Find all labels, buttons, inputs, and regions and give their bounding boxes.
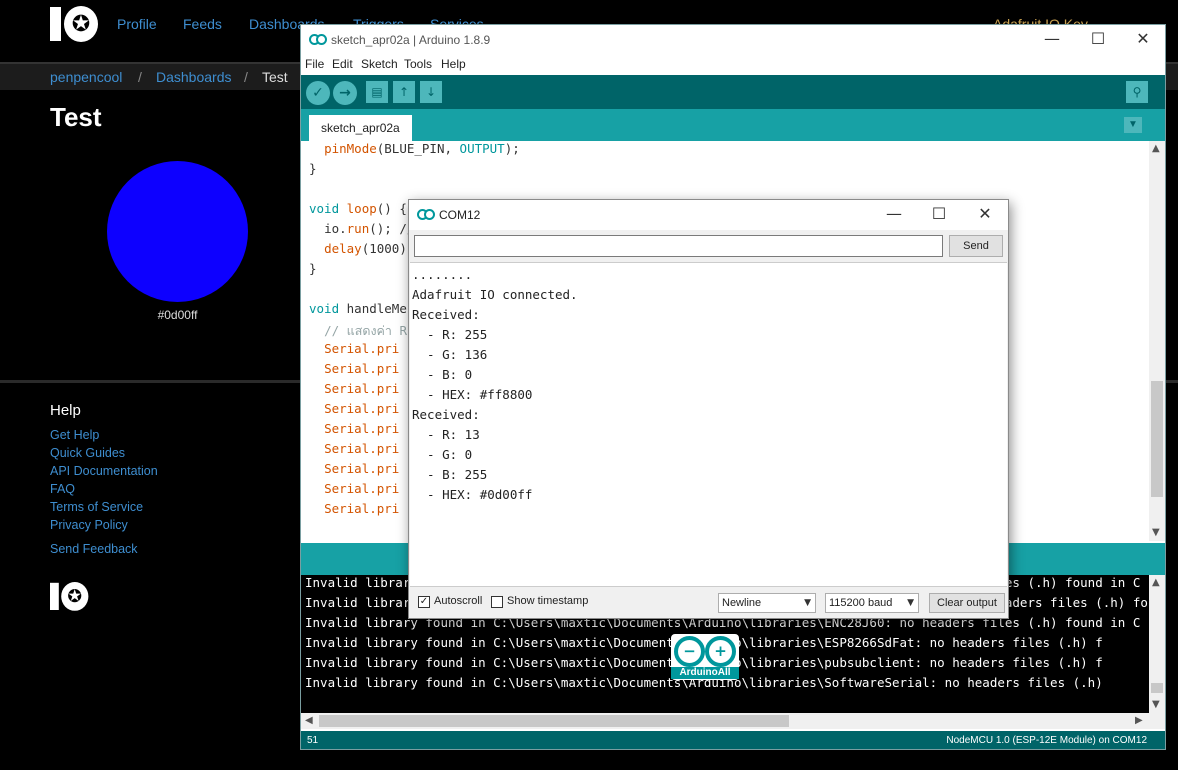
upload-icon[interactable]: → — [333, 81, 357, 105]
serial-line: Received: — [412, 307, 480, 322]
help-link-api-docs[interactable]: API Documentation — [50, 464, 158, 478]
chevron-down-icon: ▼ — [907, 598, 914, 608]
serial-monitor-title: COM12 — [439, 208, 481, 222]
help-link-faq[interactable]: FAQ — [50, 482, 75, 496]
adafruit-io-footer-logo: ✪ — [50, 582, 89, 611]
breadcrumb-separator: / — [138, 69, 142, 85]
autoscroll-checkbox[interactable]: ✓ — [418, 596, 430, 608]
help-link-privacy[interactable]: Privacy Policy — [50, 518, 128, 532]
maximize-icon[interactable]: ☐ — [926, 204, 952, 224]
nav-feeds[interactable]: Feeds — [183, 16, 222, 32]
line-number: 51 — [307, 735, 319, 746]
show-timestamp-checkbox[interactable] — [491, 596, 503, 608]
clear-output-button[interactable]: Clear output — [929, 593, 1005, 613]
breadcrumb-dashboards[interactable]: Dashboards — [156, 69, 232, 85]
color-picker-swatch[interactable] — [107, 161, 248, 302]
serial-line: - R: 255 — [412, 327, 488, 342]
menu-file[interactable]: File — [305, 57, 324, 71]
code-line: delay(1000); — [324, 241, 415, 256]
page-title: Test — [50, 102, 102, 132]
send-button[interactable]: Send — [949, 235, 1003, 257]
serial-output: ........ Adafruit IO connected. Received… — [410, 262, 1007, 587]
code-line: Serial.pri — [324, 441, 400, 456]
serial-line: - HEX: #0d00ff — [412, 487, 533, 502]
new-sketch-icon[interactable]: ▤ — [366, 81, 388, 103]
help-heading: Help — [50, 402, 81, 419]
tab-sketch[interactable]: sketch_apr02a — [309, 115, 412, 141]
serial-line: Adafruit IO connected. — [412, 287, 578, 302]
arduinoall-watermark-logo: − + ArduinoAll — [671, 634, 739, 680]
code-line: // แสดงค่า R — [324, 323, 407, 338]
serial-line: - R: 13 — [412, 427, 480, 442]
arduino-app-icon — [309, 34, 327, 46]
ide-toolbar: ✓ → ▤ ↑ ↓ ⚲ — [301, 75, 1165, 109]
breadcrumb-current: Test — [262, 69, 288, 85]
serial-line: ........ — [412, 267, 473, 282]
code-line: void loop() { — [309, 201, 407, 216]
nav-profile[interactable]: Profile — [117, 16, 157, 32]
help-link-get-help[interactable]: Get Help — [50, 428, 99, 442]
code-line: Serial.pri — [324, 461, 400, 476]
baud-rate-select[interactable]: 115200 baud ▼ — [825, 593, 919, 613]
save-sketch-icon[interactable]: ↓ — [420, 81, 442, 103]
ide-footer: 51 NodeMCU 1.0 (ESP-12E Module) on COM12 — [301, 731, 1165, 749]
serial-monitor-titlebar[interactable]: COM12 — ☐ ✕ — [409, 200, 1008, 230]
code-line: void handleMe — [309, 301, 407, 316]
board-port-label: NodeMCU 1.0 (ESP-12E Module) on COM12 — [946, 735, 1147, 746]
code-line: Serial.pri — [324, 401, 400, 416]
chevron-down-icon: ▼ — [804, 598, 811, 608]
ide-window-title: sketch_apr02a | Arduino 1.8.9 — [331, 33, 491, 47]
close-icon[interactable]: ✕ — [972, 204, 998, 224]
console-scrollbar[interactable]: ▲ ▼ — [1149, 575, 1165, 713]
minimize-icon[interactable]: — — [881, 204, 907, 224]
code-line: } — [309, 261, 317, 276]
serial-monitor-window: COM12 — ☐ ✕ Send ........ Adafruit IO co… — [408, 199, 1009, 619]
ide-titlebar[interactable]: sketch_apr02a | Arduino 1.8.9 — ☐ ✕ — [301, 25, 1165, 55]
menu-edit[interactable]: Edit — [332, 57, 353, 71]
editor-scrollbar[interactable]: ▲ ▼ — [1149, 141, 1165, 541]
adafruit-io-logo[interactable]: ✪ — [50, 6, 98, 42]
serial-line: - B: 0 — [412, 367, 473, 382]
maximize-icon[interactable]: ☐ — [1085, 29, 1111, 49]
ide-tabbar: sketch_apr02a ▼ — [301, 109, 1165, 141]
code-line: Serial.pri — [324, 481, 400, 496]
code-line: Serial.pri — [324, 341, 400, 356]
code-line: Serial.pri — [324, 501, 400, 516]
menu-tools[interactable]: Tools — [404, 57, 432, 71]
breadcrumb-user[interactable]: penpencool — [50, 69, 122, 85]
help-link-terms[interactable]: Terms of Service — [50, 500, 143, 514]
verify-icon[interactable]: ✓ — [306, 81, 330, 105]
breadcrumb-separator: / — [244, 69, 248, 85]
ide-menubar: File Edit Sketch Tools Help — [301, 55, 1165, 75]
open-sketch-icon[interactable]: ↑ — [393, 81, 415, 103]
color-value-label: #0d00ff — [157, 308, 198, 322]
serial-monitor-icon[interactable]: ⚲ — [1126, 81, 1148, 103]
serial-line: - G: 0 — [412, 447, 473, 462]
serial-send-input[interactable] — [414, 235, 943, 257]
show-timestamp-label: Show timestamp — [507, 595, 589, 607]
console-horizontal-scrollbar[interactable]: ◀ ▶ — [301, 713, 1165, 729]
autoscroll-label: Autoscroll — [434, 595, 483, 607]
code-line: Serial.pri — [324, 381, 400, 396]
arduino-app-icon — [417, 209, 435, 221]
serial-line: - G: 136 — [412, 347, 488, 362]
code-line: Serial.pri — [324, 361, 400, 376]
serial-line: Received: — [412, 407, 480, 422]
minimize-icon[interactable]: — — [1039, 29, 1065, 49]
code-line: io.run(); // — [324, 221, 415, 236]
code-line: pinMode(BLUE_PIN, OUTPUT); — [324, 141, 520, 156]
serial-line: - HEX: #ff8800 — [412, 387, 533, 402]
help-link-quick-guides[interactable]: Quick Guides — [50, 446, 125, 460]
menu-sketch[interactable]: Sketch — [361, 57, 398, 71]
code-line: } — [309, 161, 317, 176]
menu-help[interactable]: Help — [441, 57, 466, 71]
send-feedback-link[interactable]: Send Feedback — [50, 542, 138, 556]
serial-line: - B: 255 — [412, 467, 488, 482]
code-line: Serial.pri — [324, 421, 400, 436]
tab-menu-icon[interactable]: ▼ — [1124, 117, 1142, 133]
close-icon[interactable]: ✕ — [1130, 29, 1156, 49]
line-ending-select[interactable]: Newline ▼ — [718, 593, 816, 613]
